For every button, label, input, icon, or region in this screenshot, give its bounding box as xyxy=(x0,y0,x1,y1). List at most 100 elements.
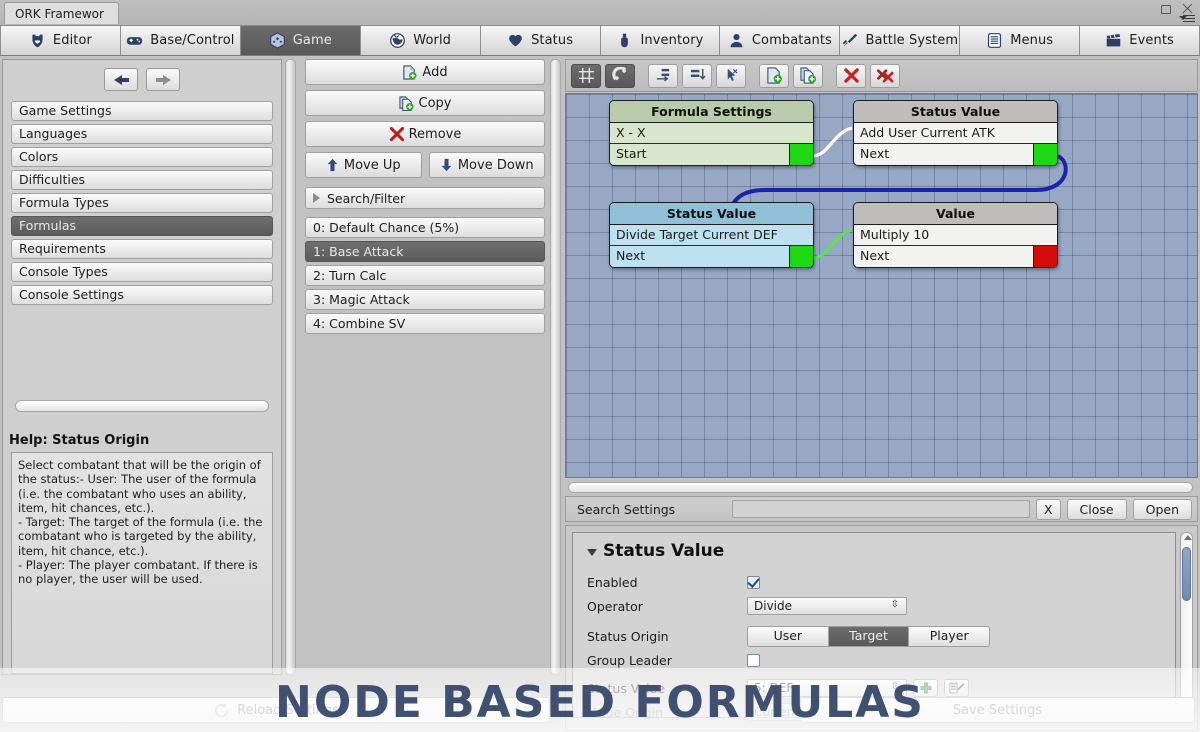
menu-icon[interactable] xyxy=(1179,15,1195,24)
open-button[interactable]: Open xyxy=(1132,498,1192,520)
tab-game[interactable]: Game xyxy=(240,26,361,55)
list-item-2[interactable]: 2: Turn Calc xyxy=(305,265,545,286)
node-row[interactable]: Next xyxy=(610,246,813,267)
close-icon[interactable] xyxy=(1181,2,1194,15)
output-port-green[interactable] xyxy=(1033,144,1057,165)
shield-icon xyxy=(32,34,43,48)
tab-status[interactable]: Status xyxy=(480,26,601,55)
node-row[interactable]: Multiply 10 xyxy=(854,225,1057,246)
sidebar-item-formula-types[interactable]: Formula Types xyxy=(11,193,273,213)
copy-button[interactable]: Copy xyxy=(305,90,545,116)
sidebar-item-game-settings[interactable]: Game Settings xyxy=(11,101,273,121)
node-row-label: Next xyxy=(860,248,890,263)
sidebar-item-console-settings[interactable]: Console Settings xyxy=(11,285,273,305)
tab-base-control[interactable]: Base/Control xyxy=(120,26,241,55)
node-status-value-add[interactable]: Status Value Add User Current ATK Next xyxy=(853,100,1058,166)
add-button[interactable]: Add xyxy=(305,59,545,85)
node-row[interactable]: X - X xyxy=(610,123,813,144)
left-panel-hscrollbar[interactable] xyxy=(15,400,269,412)
align-nodes-icon[interactable] xyxy=(648,63,678,88)
forward-button[interactable] xyxy=(146,68,180,91)
node-row[interactable]: Next xyxy=(854,144,1057,165)
tab-menus[interactable]: Menus xyxy=(960,26,1081,55)
sidebar-item-console-types[interactable]: Console Types xyxy=(11,262,273,282)
search-filter-label: Search/Filter xyxy=(327,190,406,206)
node-row[interactable]: Add User Current ATK xyxy=(854,123,1057,144)
maximize-icon[interactable] xyxy=(1159,2,1172,15)
field-label: Operator xyxy=(587,598,643,614)
node-value-multiply[interactable]: Value Multiply 10 Next xyxy=(853,202,1058,268)
tab-editor[interactable]: Editor xyxy=(0,26,121,55)
segment-user[interactable]: User xyxy=(748,626,829,646)
dice-icon xyxy=(269,32,285,49)
graph-hscrollbar[interactable] xyxy=(568,482,1193,493)
node-title: Formula Settings xyxy=(610,101,813,123)
output-port-green[interactable] xyxy=(789,246,813,267)
button-label: Move Up xyxy=(343,157,401,173)
operator-dropdown[interactable]: Divide ⇳ xyxy=(747,597,907,615)
sidebar-item-requirements[interactable]: Requirements xyxy=(11,239,273,259)
main-tabbar: Editor Base/Control Game World Status In… xyxy=(0,26,1200,56)
tab-label: Inventory xyxy=(640,33,704,48)
enabled-checkbox[interactable] xyxy=(747,575,760,589)
sword-icon xyxy=(843,33,858,47)
sidebar-item-formulas[interactable]: Formulas xyxy=(11,216,273,236)
group-leader-checkbox[interactable] xyxy=(747,653,760,667)
node-row[interactable]: Divide Target Current DEF xyxy=(610,225,813,246)
help-text: Select combatant that will be the origin… xyxy=(11,452,273,674)
inspector-title-row[interactable]: Status Value xyxy=(573,533,1175,561)
node-row[interactable]: Start xyxy=(610,144,813,165)
collapse-caret-icon[interactable] xyxy=(587,549,597,556)
node-graph-canvas[interactable]: Formula Settings X - X Start Status Valu… xyxy=(565,93,1198,478)
chevron-right-icon xyxy=(313,193,320,203)
sidebar-item-difficulties[interactable]: Difficulties xyxy=(11,170,273,190)
output-port-red[interactable] xyxy=(1033,246,1057,267)
move-down-button[interactable]: Move Down xyxy=(428,152,545,178)
add-node-glyph xyxy=(766,67,782,84)
node-status-value-divide[interactable]: Status Value Divide Target Current DEF N… xyxy=(609,202,814,268)
list-item-1[interactable]: 1: Base Attack xyxy=(305,241,545,262)
output-port-green[interactable] xyxy=(789,144,813,165)
search-filter-toggle[interactable]: Search/Filter xyxy=(305,187,545,209)
add-node-icon[interactable] xyxy=(759,63,789,88)
search-settings-input[interactable] xyxy=(732,500,1030,518)
tab-inventory[interactable]: Inventory xyxy=(600,26,721,55)
segment-target[interactable]: Target xyxy=(828,626,910,646)
arrange-nodes-icon[interactable] xyxy=(682,63,712,88)
splitter-right[interactable] xyxy=(550,59,561,675)
node-row[interactable]: Next xyxy=(854,246,1057,267)
magnet-glyph xyxy=(611,67,626,81)
magnet-snap-icon[interactable] xyxy=(605,63,635,88)
tab-label: Status xyxy=(531,33,574,48)
close-button[interactable]: Close xyxy=(1066,498,1127,520)
tab-events[interactable]: Events xyxy=(1080,26,1200,55)
scroll-up-arrow-icon[interactable] xyxy=(1183,535,1192,540)
list-item-4[interactable]: 4: Combine SV xyxy=(305,313,545,334)
delete-all-nodes-icon[interactable] xyxy=(870,63,900,88)
sidebar-item-languages[interactable]: Languages xyxy=(11,124,273,144)
inspector-scroll-thumb[interactable] xyxy=(1182,547,1191,601)
delete-node-icon[interactable] xyxy=(836,63,866,88)
document-tab[interactable]: ORK Framewor xyxy=(4,2,119,24)
remove-button[interactable]: Remove xyxy=(305,121,545,147)
splitter-left[interactable] xyxy=(285,59,296,675)
select-cursor-icon[interactable] xyxy=(716,63,746,88)
move-up-button[interactable]: Move Up xyxy=(305,152,422,178)
node-formula-settings[interactable]: Formula Settings X - X Start xyxy=(609,100,814,166)
list-item-0[interactable]: 0: Default Chance (5%) xyxy=(305,217,545,238)
clear-search-button[interactable]: X xyxy=(1035,498,1061,520)
graph-toolbar xyxy=(565,59,1198,92)
tab-combatants[interactable]: Combatants xyxy=(720,26,841,55)
grid-toggle-icon[interactable] xyxy=(571,63,601,88)
copy-node-glyph xyxy=(799,67,816,84)
formula-list-panel: Add Copy Remove Move Up Move Down Search… xyxy=(305,59,545,675)
segment-player[interactable]: Player xyxy=(909,626,989,646)
tab-world[interactable]: World xyxy=(360,26,481,55)
copy-node-icon[interactable] xyxy=(793,63,823,88)
sidebar-item-colors[interactable]: Colors xyxy=(11,147,273,167)
tab-battle-system[interactable]: Battle System xyxy=(840,26,961,55)
back-button[interactable] xyxy=(104,68,138,91)
tab-label: Battle System xyxy=(865,33,959,48)
status-origin-segmented[interactable]: User Target Player xyxy=(747,625,990,647)
list-item-3[interactable]: 3: Magic Attack xyxy=(305,289,545,310)
